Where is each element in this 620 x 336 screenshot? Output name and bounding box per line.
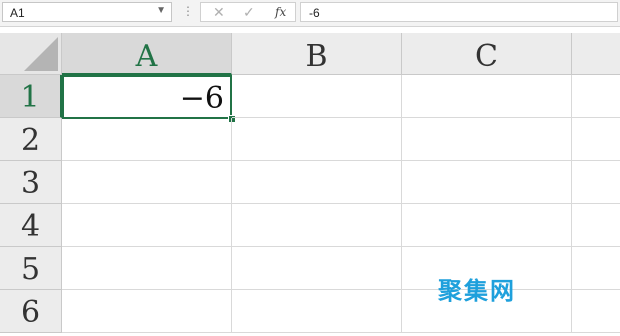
cell-b3[interactable] xyxy=(232,161,402,204)
formula-buttons: ✕ ✓ fx xyxy=(200,2,296,22)
formula-value: -6 xyxy=(309,6,320,20)
cell-b2[interactable] xyxy=(232,118,402,161)
name-box-value: A1 xyxy=(10,6,25,20)
row-header-4[interactable]: 4 xyxy=(0,204,62,247)
cell-c4[interactable] xyxy=(402,204,572,247)
cell-a3[interactable] xyxy=(62,161,232,204)
cell-a6[interactable] xyxy=(62,290,232,333)
watermark-logo: 聚集网 xyxy=(438,277,516,305)
column-header-a[interactable]: A xyxy=(62,33,232,75)
check-icon[interactable]: ✓ xyxy=(243,4,255,21)
cell-c1[interactable] xyxy=(402,75,572,118)
cancel-icon[interactable]: ✕ xyxy=(213,4,225,21)
formula-bar-area: A1 ▼ ⋮ ✕ ✓ fx -6 xyxy=(0,0,620,27)
row-header-2[interactable]: 2 xyxy=(0,118,62,161)
cell-a1[interactable]: −6 xyxy=(62,75,232,119)
column-header-b[interactable]: B xyxy=(232,33,402,75)
cell-b5[interactable] xyxy=(232,247,402,290)
cell-a2[interactable] xyxy=(62,118,232,161)
cell-c2[interactable] xyxy=(402,118,572,161)
cell-a4[interactable] xyxy=(62,204,232,247)
cell-b1[interactable] xyxy=(232,75,402,118)
select-all-triangle-icon xyxy=(24,37,58,71)
select-all-button[interactable] xyxy=(0,33,62,75)
cell-d1[interactable] xyxy=(572,75,620,118)
row-header-3[interactable]: 3 xyxy=(0,161,62,204)
row-header-5[interactable]: 5 xyxy=(0,247,62,290)
formula-input[interactable]: -6 xyxy=(300,2,618,22)
insert-function-icon[interactable]: fx xyxy=(275,5,286,19)
cell-d3[interactable] xyxy=(572,161,620,204)
cell-a5[interactable] xyxy=(62,247,232,290)
column-header-d[interactable] xyxy=(572,33,620,75)
row-header-1[interactable]: 1 xyxy=(0,75,62,118)
column-header-c[interactable]: C xyxy=(402,33,572,75)
cell-b4[interactable] xyxy=(232,204,402,247)
cell-d2[interactable] xyxy=(572,118,620,161)
cell-d4[interactable] xyxy=(572,204,620,247)
grip-icon[interactable]: ⋮ xyxy=(182,4,194,18)
chevron-down-icon[interactable]: ▼ xyxy=(156,5,166,16)
cell-d5[interactable] xyxy=(572,247,620,290)
cell-b6[interactable] xyxy=(232,290,402,333)
cell-a1-value: −6 xyxy=(179,81,224,116)
row-header-6[interactable]: 6 xyxy=(0,290,62,333)
name-box[interactable]: A1 ▼ xyxy=(2,2,172,22)
cell-c3[interactable] xyxy=(402,161,572,204)
cell-d6[interactable] xyxy=(572,290,620,333)
